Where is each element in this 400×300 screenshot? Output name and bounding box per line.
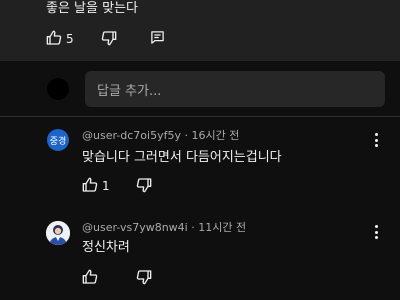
reply-username[interactable]: @user-dc7oi5yf5y	[82, 129, 181, 142]
avatar[interactable]: 중경	[47, 129, 69, 151]
avatar-initials: 중경	[49, 136, 67, 147]
reply-time: 16시간 전	[191, 129, 240, 142]
parent-comment-text: 좋은 날을 맞는다	[46, 1, 138, 16]
reply-meta: @user-vs7yw8nw4i · 11시간 전	[82, 219, 246, 235]
thumbs-down-icon[interactable]	[101, 30, 117, 46]
reply-comment-icon[interactable]	[150, 30, 165, 45]
thumbs-down-icon[interactable]	[136, 269, 152, 285]
meta-separator: ·	[191, 221, 195, 234]
reply-like-count: 1	[102, 179, 110, 193]
parent-like-count: 5	[66, 32, 74, 46]
reply-input[interactable]: 답글 추가...	[85, 71, 385, 107]
avatar[interactable]	[46, 221, 70, 245]
reply-username[interactable]: @user-vs7yw8nw4i	[82, 221, 188, 234]
current-user-avatar	[47, 78, 69, 100]
more-options-icon[interactable]	[374, 225, 378, 239]
thumbs-up-icon[interactable]	[82, 177, 98, 193]
reply-input-placeholder: 답글 추가...	[97, 83, 162, 99]
more-options-icon[interactable]	[374, 133, 378, 147]
divider	[0, 116, 400, 117]
meta-separator: ·	[184, 129, 188, 142]
thumbs-up-icon[interactable]	[46, 30, 62, 46]
reply-text: 정신차려	[82, 240, 130, 255]
reply-time: 11시간 전	[198, 221, 247, 234]
reply-text: 맞습니다 그러면서 다듬어지는겁니다	[82, 150, 282, 165]
thumbs-up-icon[interactable]	[82, 269, 98, 285]
reply-meta: @user-dc7oi5yf5y · 16시간 전	[82, 127, 239, 143]
thumbs-down-icon[interactable]	[136, 177, 152, 193]
